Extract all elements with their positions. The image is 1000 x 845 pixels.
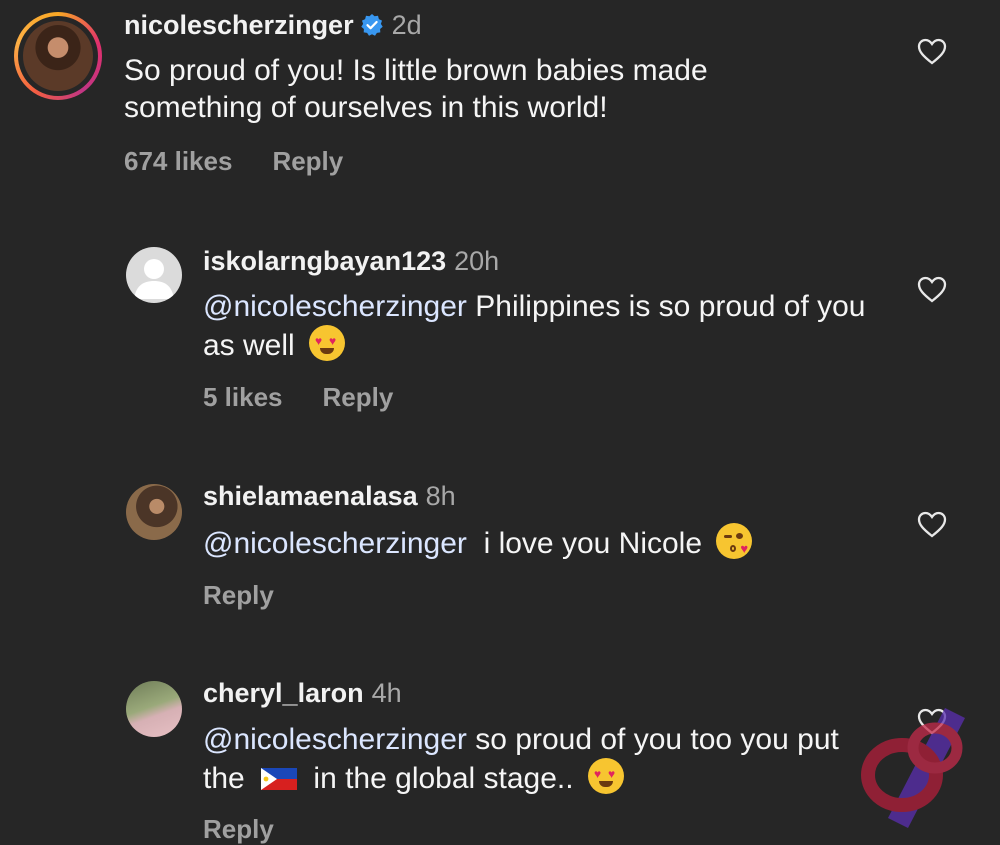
like-heart-icon[interactable] <box>917 511 947 539</box>
avatar[interactable] <box>126 681 182 737</box>
mention-link[interactable]: @nicolescherzinger <box>203 290 467 323</box>
verified-badge-icon <box>360 14 383 36</box>
comment-actions: 5 likes Reply <box>203 382 433 413</box>
mention-link[interactable]: @nicolescherzinger <box>203 527 467 560</box>
comment-username-row: iskolarngbayan123 20h <box>203 246 499 277</box>
philippines-flag-icon <box>261 768 298 790</box>
username[interactable]: cheryl_laron <box>203 678 364 708</box>
like-heart-icon[interactable] <box>917 276 947 304</box>
comment-body-continued: in the global stage.. <box>313 762 574 795</box>
comment-username-row: shielamaenalasa 8h <box>203 481 456 512</box>
story-ring[interactable] <box>14 12 102 100</box>
watermark-logo-icon <box>861 708 965 828</box>
comment-text: @nicolescherzinger i love you Nicole ♥ <box>203 523 873 562</box>
comment-time: 8h <box>425 481 456 511</box>
comment-text: @nicolescherzinger so proud of you too y… <box>203 721 873 797</box>
comment-actions: 674 likes Reply <box>124 146 383 177</box>
reply-button[interactable]: Reply <box>323 382 394 412</box>
comment-username-row: cheryl_laron 4h <box>203 678 402 709</box>
avatar[interactable] <box>126 247 182 303</box>
comment-text: So proud of you! Is little brown babies … <box>124 54 708 124</box>
likes-count[interactable]: 5 likes <box>203 382 283 412</box>
avatar <box>23 21 93 91</box>
comment-username-row: nicolescherzinger 2d <box>124 10 422 41</box>
mention-link[interactable]: @nicolescherzinger <box>203 723 467 756</box>
comment-time: 4h <box>371 678 402 708</box>
comment-body: i love you Nicole <box>483 527 703 560</box>
heart-eyes-emoji-icon: ♥ ♥ <box>309 325 346 361</box>
username[interactable]: nicolescherzinger <box>124 10 354 40</box>
likes-count[interactable]: 674 likes <box>124 146 232 176</box>
comment-text: @nicolescherzinger Philippines is so pro… <box>203 288 873 364</box>
comment-actions: Reply <box>203 580 314 611</box>
default-avatar-icon <box>134 259 174 299</box>
comment-time: 2d <box>391 10 422 40</box>
like-heart-icon[interactable] <box>917 38 947 66</box>
username[interactable]: shielamaenalasa <box>203 481 418 511</box>
comment-time: 20h <box>454 246 500 276</box>
avatar[interactable] <box>126 484 182 540</box>
username[interactable]: iskolarngbayan123 <box>203 246 446 276</box>
reply-button[interactable]: Reply <box>203 814 274 844</box>
reply-button[interactable]: Reply <box>272 146 343 176</box>
kissing-heart-emoji-icon: ♥ <box>716 523 753 559</box>
reply-button[interactable]: Reply <box>203 580 274 610</box>
comment-actions: Reply <box>203 814 314 845</box>
heart-eyes-emoji-icon: ♥ ♥ <box>587 758 624 794</box>
